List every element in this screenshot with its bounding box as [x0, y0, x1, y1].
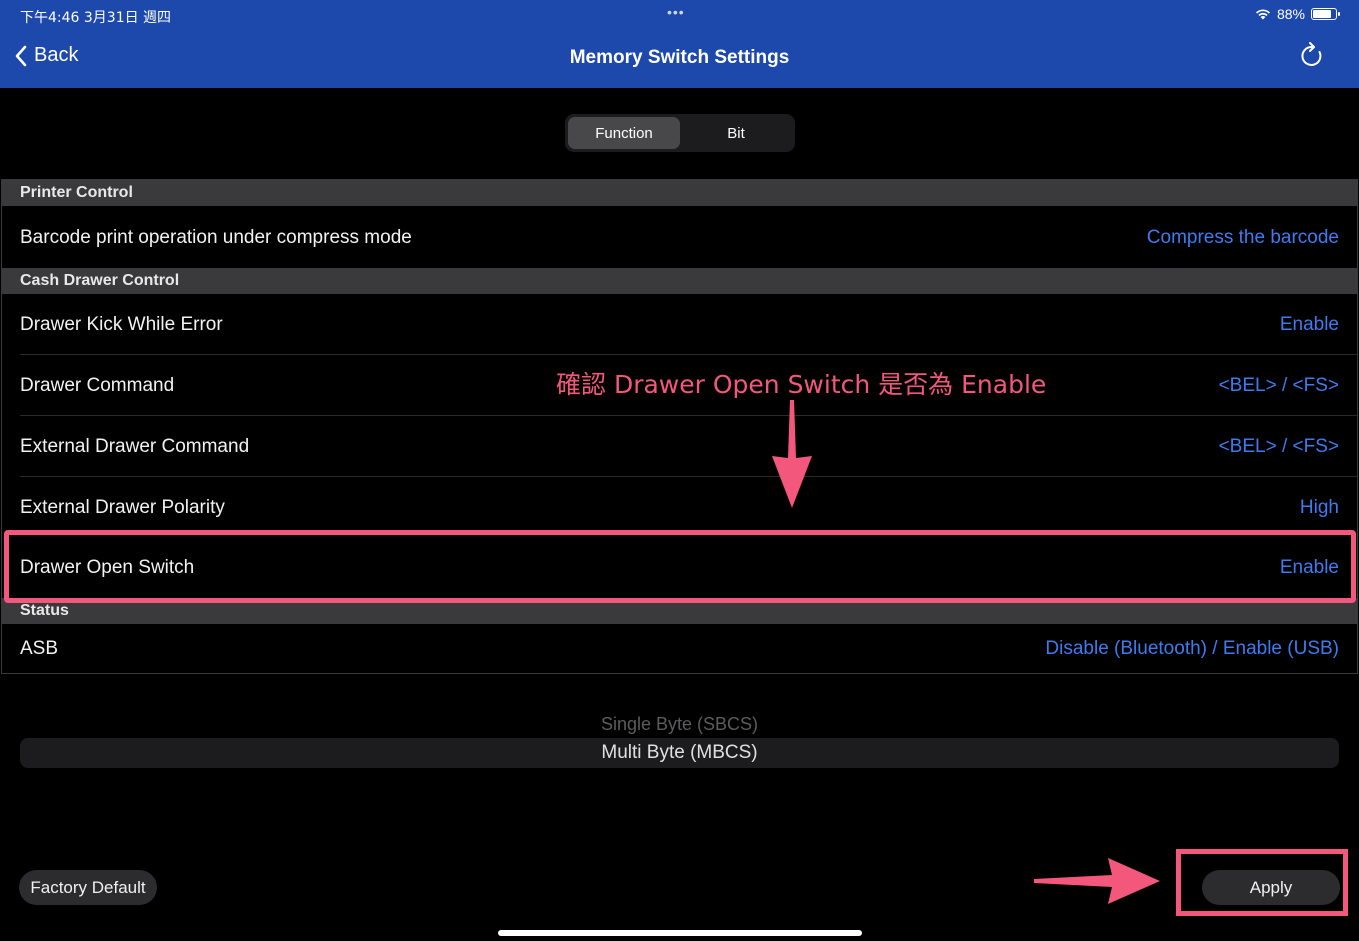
row-external-drawer-command[interactable]: External Drawer Command <BEL> / <FS>: [2, 416, 1357, 477]
section-header-cash-drawer-control: Cash Drawer Control: [2, 268, 1357, 294]
segment-function[interactable]: Function: [568, 117, 680, 149]
row-value: Disable (Bluetooth) / Enable (USB): [1045, 638, 1339, 659]
row-value: Enable: [1279, 313, 1339, 335]
battery-fill: [1313, 10, 1331, 18]
picker-option-sbcs[interactable]: Single Byte (SBCS): [0, 714, 1359, 735]
wifi-icon: [1255, 9, 1270, 20]
arrow-right-icon: [1034, 858, 1160, 904]
row-value: <BEL> / <FS>: [1218, 435, 1339, 457]
segment-bit[interactable]: Bit: [680, 117, 792, 149]
battery-percent: 88%: [1276, 6, 1305, 22]
row-value: Compress the barcode: [1146, 226, 1339, 248]
factory-default-button[interactable]: Factory Default: [19, 870, 157, 905]
page-title: Memory Switch Settings: [569, 47, 790, 68]
refresh-button[interactable]: [1299, 42, 1325, 75]
row-asb[interactable]: ASB Disable (Bluetooth) / Enable (USB): [2, 624, 1357, 674]
row-label: ASB: [20, 638, 59, 659]
row-barcode-compress-mode[interactable]: Barcode print operation under compress m…: [2, 207, 1357, 268]
section-header-printer-control: Printer Control: [2, 180, 1357, 206]
row-label: External Drawer Polarity: [20, 496, 225, 518]
row-external-drawer-polarity[interactable]: External Drawer Polarity High: [2, 477, 1357, 538]
refresh-icon: [1301, 42, 1322, 66]
highlight-apply-button: [1176, 849, 1348, 916]
mode-segmented-control: Function Bit: [565, 114, 795, 152]
row-value: High: [1299, 496, 1339, 518]
status-indicators: 88%: [1255, 6, 1340, 22]
row-label: Drawer Command: [20, 374, 175, 396]
multitasking-dots[interactable]: •••: [667, 4, 685, 20]
row-value: <BEL> / <FS>: [1218, 374, 1339, 396]
row-label: Drawer Kick While Error: [20, 313, 223, 335]
row-label: External Drawer Command: [20, 435, 250, 457]
home-indicator[interactable]: [498, 930, 862, 936]
navigation-bar: 下午4:46 3月31日 週四 ••• 88% Back Memory Swit…: [0, 0, 1359, 88]
battery-icon: [1311, 8, 1340, 20]
status-time: 下午4:46 3月31日 週四: [20, 10, 172, 26]
row-drawer-kick-while-error[interactable]: Drawer Kick While Error Enable: [2, 294, 1357, 355]
annotation-text: 確認 Drawer Open Switch 是否為 Enable: [556, 370, 1047, 399]
row-label: Barcode print operation under compress m…: [20, 226, 412, 248]
arrow-down-icon: [772, 400, 812, 508]
picker-option-mbcs-selected[interactable]: Multi Byte (MBCS): [20, 738, 1339, 768]
highlight-drawer-open-switch: [4, 530, 1356, 603]
